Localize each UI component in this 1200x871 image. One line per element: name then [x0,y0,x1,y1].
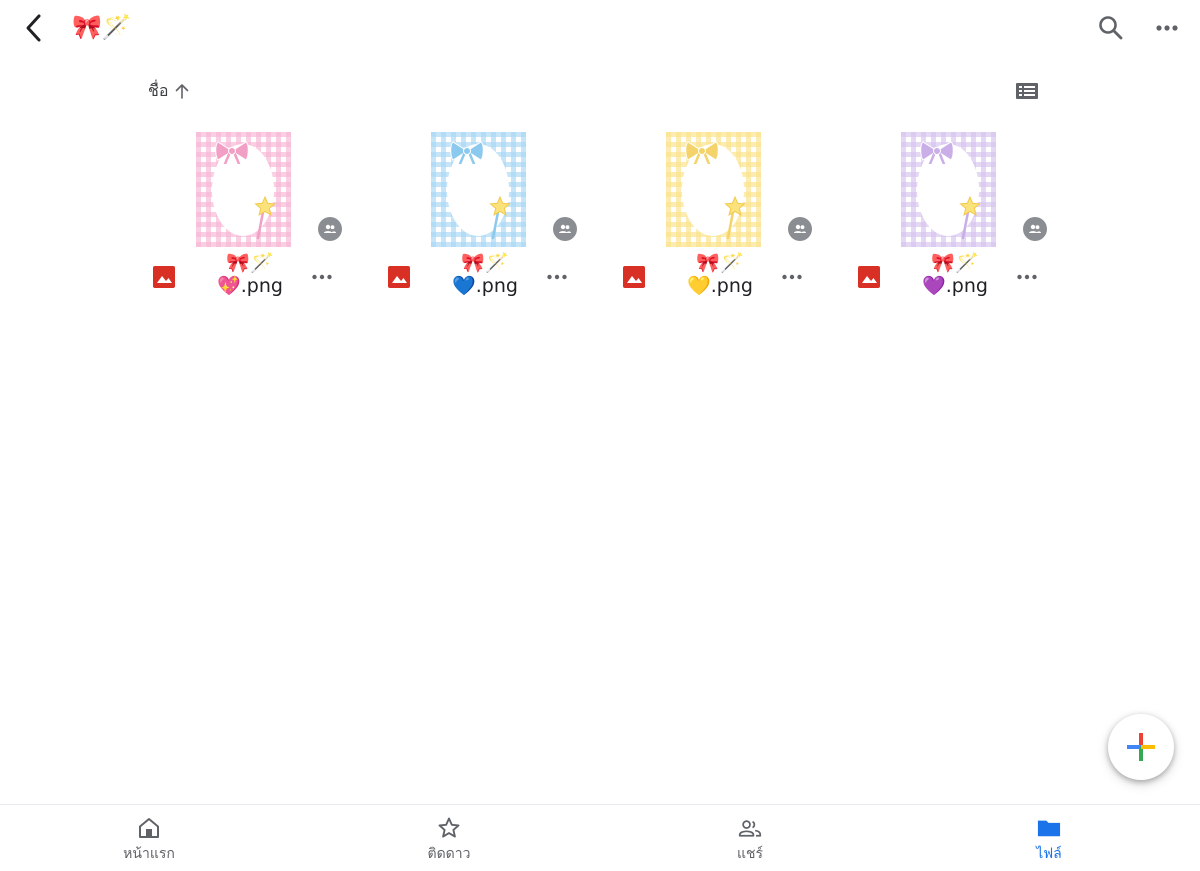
shared-indicator [1023,217,1047,241]
image-file-icon [153,266,175,288]
wand-icon [254,196,276,240]
file-name: 🎀🪄💙.png [452,252,518,297]
people-icon [738,820,762,837]
file-thumbnail[interactable] [901,132,996,247]
image-file-icon [858,266,880,288]
bottom-navigation: หน้าแรก ติดดาว แชร์ ไฟล์ [0,804,1200,871]
top-app-bar: 🎀🪄 [0,0,1200,56]
shared-indicator [788,217,812,241]
nav-files[interactable]: ไฟล์ [989,805,1109,871]
file-thumbnail[interactable] [431,132,526,247]
bow-icon [450,141,484,164]
people-icon [794,224,806,233]
file-name: 🎀🪄💛.png [687,252,753,297]
bow-icon [215,141,249,164]
file-thumbnail[interactable] [196,132,291,247]
nav-starred[interactable]: ติดดาว [389,805,509,871]
nav-label-files: ไฟล์ [1036,846,1062,862]
folder-title: 🎀🪄 [72,13,132,41]
search-button[interactable] [1096,13,1126,43]
file-thumbnail[interactable] [666,132,761,247]
people-icon [1029,224,1041,233]
nav-shared[interactable]: แชร์ [690,805,810,871]
search-icon [1099,16,1123,40]
image-file-icon [623,266,645,288]
people-icon [559,224,571,233]
file-name: 🎀🪄💜.png [922,252,988,297]
nav-label-home: หน้าแรก [123,846,175,862]
plus-icon [1127,733,1155,761]
nav-home[interactable]: หน้าแรก [89,805,209,871]
back-button[interactable] [20,12,48,44]
list-view-toggle-button[interactable] [1012,78,1042,104]
file-grid: 🎀🪄💖.png 🎀🪄💙.png 🎀🪄💛.png 🎀🪄💜.png [140,128,1047,308]
chevron-left-icon [26,14,41,42]
image-file-icon [388,266,410,288]
nav-label-shared: แชร์ [736,846,764,862]
sort-by-name-control[interactable]: ชื่อ [148,78,190,104]
new-item-fab[interactable] [1108,714,1174,780]
folder-icon [1037,820,1061,837]
home-icon [139,818,159,838]
arrow-up-icon [176,84,189,99]
bow-icon [920,141,954,164]
file-more-options-icon[interactable] [780,265,804,289]
list-view-icon [1016,83,1038,99]
file-card[interactable]: 🎀🪄💛.png [610,128,812,308]
file-card[interactable]: 🎀🪄💖.png [140,128,342,308]
file-name: 🎀🪄💖.png [217,252,283,297]
file-card[interactable]: 🎀🪄💜.png [845,128,1047,308]
file-card[interactable]: 🎀🪄💙.png [375,128,577,308]
nav-label-starred: ติดดาว [427,846,471,862]
shared-indicator [553,217,577,241]
file-more-options-icon[interactable] [310,265,334,289]
sort-label: ชื่อ [148,80,169,100]
more-horizontal-icon [1156,25,1178,31]
wand-icon [724,196,746,240]
wand-icon [959,196,981,240]
shared-indicator [318,217,342,241]
star-icon [438,817,460,838]
people-icon [324,224,336,233]
file-more-options-icon[interactable] [1015,265,1039,289]
bow-icon [685,141,719,164]
drive-folder-screen: 🎀🪄 ชื่อ 🎀🪄💖.png 🎀🪄💙.png 🎀🪄💛.png 🎀🪄💜.png … [0,0,1200,871]
wand-icon [489,196,511,240]
more-options-button[interactable] [1152,13,1182,43]
file-more-options-icon[interactable] [545,265,569,289]
